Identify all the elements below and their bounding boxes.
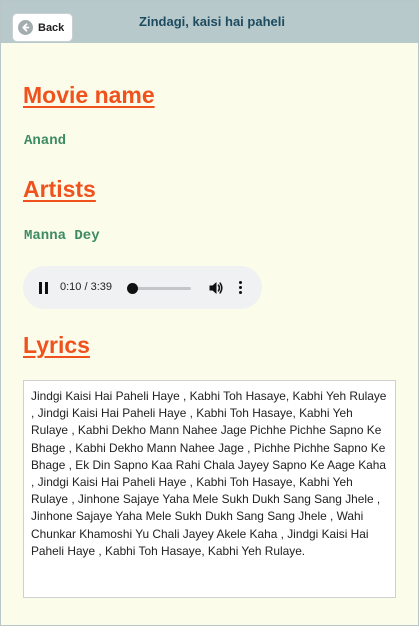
seek-slider[interactable] <box>127 283 191 294</box>
lyrics-textarea[interactable]: Jindgi Kaisi Hai Paheli Haye , Kabhi Toh… <box>23 380 396 598</box>
artists-value: Manna Dey <box>24 228 100 244</box>
seek-thumb[interactable] <box>127 283 138 294</box>
volume-icon <box>209 282 223 294</box>
artists-heading: Artists <box>23 176 96 202</box>
pause-button[interactable] <box>38 282 49 294</box>
movie-name-heading: Movie name <box>23 82 155 108</box>
lyrics-heading: Lyrics <box>23 332 90 358</box>
pause-icon-bar-left <box>39 282 42 294</box>
app-frame: Back Zindagi, kaisi hai paheli Movie nam… <box>0 0 419 626</box>
header-bar: Back Zindagi, kaisi hai paheli <box>1 1 418 43</box>
movie-name-value: Anand <box>24 133 67 149</box>
more-vertical-icon-dot <box>239 291 242 294</box>
more-vertical-icon-dot <box>239 286 242 289</box>
audio-player: 0:10 / 3:39 <box>23 266 262 309</box>
more-options-button[interactable] <box>238 281 244 295</box>
time-readout: 0:10 / 3:39 <box>60 281 112 293</box>
page-title: Zindagi, kaisi hai paheli <box>139 14 285 29</box>
pause-icon-bar-right <box>45 282 48 294</box>
more-vertical-icon-dot <box>239 281 242 284</box>
volume-button[interactable] <box>208 280 224 296</box>
